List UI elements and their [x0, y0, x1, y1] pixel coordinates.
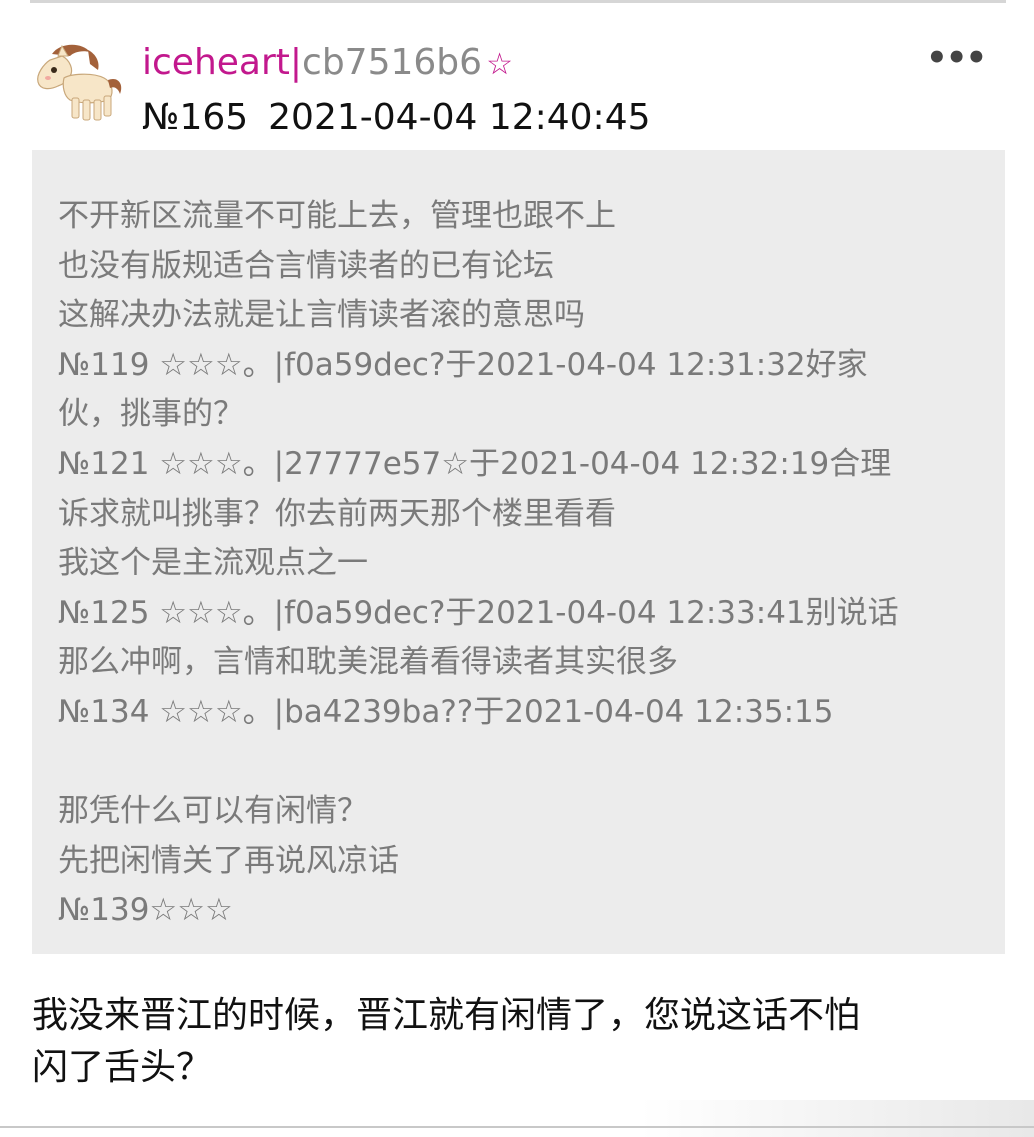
quote-line: №121 ☆☆☆。|27777e57☆于2021-04-04 12:32:19合…: [58, 445, 892, 482]
post-meta: №165 2021-04-04 12:40:45: [142, 95, 651, 141]
quote-line: 那么冲啊，言情和耽美混着看得读者其实很多: [58, 644, 678, 681]
quote-line: 我这个是主流观点之一: [58, 545, 368, 582]
quote-text: 不开新区流量不可能上去，管理也跟不上 也没有版规适合言情读者的已有论坛 这解决办…: [58, 192, 988, 936]
quote-line-blank: [58, 738, 988, 788]
more-horizontal-icon: •••: [926, 38, 987, 78]
user-id: cb7516b6: [302, 42, 483, 83]
quoted-content: 不开新区流量不可能上去，管理也跟不上 也没有版规适合言情读者的已有论坛 这解决办…: [32, 150, 1005, 954]
reply-line: 闪了舌头？: [32, 1047, 213, 1088]
quote-line: №139☆☆☆: [58, 892, 233, 929]
quote-line: 不开新区流量不可能上去，管理也跟不上: [58, 198, 616, 234]
star-icon: ☆: [486, 47, 513, 82]
quote-line: 诉求就叫挑事？你去前两天那个楼里看看: [58, 495, 616, 532]
user-line: iceheart|cb7516b6 ☆: [142, 40, 513, 86]
floor-number: №165: [142, 97, 249, 138]
reply-line: 我没来晋江的时候，晋江就有闲情了，您说这话不怕: [32, 995, 861, 1036]
avatar[interactable]: [30, 40, 125, 125]
quote-line: 先把闲情关了再说风凉话: [58, 842, 399, 879]
quote-line: №134 ☆☆☆。|ba4239ba??于2021-04-04 12:35:15: [58, 693, 834, 730]
bottom-divider: [0, 1126, 1034, 1128]
post-header: iceheart|cb7516b6 ☆ №165 2021-04-04 12:40:…: [0, 0, 1034, 150]
username[interactable]: iceheart: [142, 42, 290, 83]
post-timestamp: 2021-04-04 12:40:45: [268, 97, 651, 138]
quote-line: №119 ☆☆☆。|f0a59dec?于2021-04-04 12:31:32好…: [58, 346, 868, 383]
reply-text: 我没来晋江的时候，晋江就有闲情了，您说这话不怕 闪了舌头？: [32, 990, 992, 1094]
quote-line: 也没有版规适合言情读者的已有论坛: [58, 247, 554, 284]
bottom-fade: [640, 1100, 1034, 1137]
quote-line: №125 ☆☆☆。|f0a59dec?于2021-04-04 12:33:41别…: [58, 594, 899, 631]
quote-line: 这解决办法就是让言情读者滚的意思吗: [58, 297, 585, 334]
username-separator: |: [289, 42, 303, 83]
more-options-button[interactable]: •••: [926, 38, 987, 78]
quote-line: 伙，挑事的？: [58, 396, 244, 433]
quote-line: 那凭什么可以有闲情？: [58, 793, 368, 830]
pony-avatar-icon: [37, 44, 122, 121]
